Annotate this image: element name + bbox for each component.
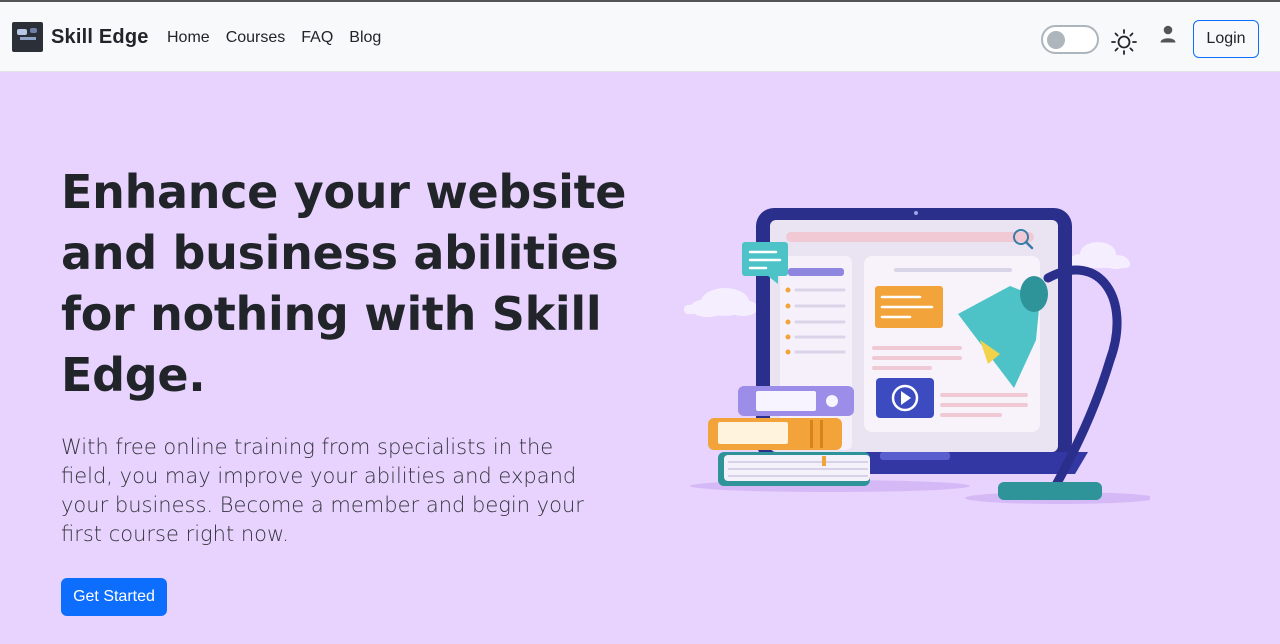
hero-illustration xyxy=(684,208,1150,504)
brand-name: Skill Edge xyxy=(51,25,149,48)
hero-description: With free online training from specialis… xyxy=(61,435,584,546)
hero-title: Enhance your website and business abilit… xyxy=(61,165,627,402)
theme-toggle[interactable] xyxy=(1041,25,1099,54)
navbar: Skill Edge Home Courses FAQ Blog Login xyxy=(0,2,1280,72)
nav-link-faq[interactable]: FAQ xyxy=(301,29,333,47)
nav-link-blog[interactable]: Blog xyxy=(349,29,381,47)
get-started-button[interactable]: Get Started xyxy=(61,578,167,616)
user-icon[interactable] xyxy=(1159,25,1177,45)
brand-logo xyxy=(12,22,43,52)
nav-link-courses[interactable]: Courses xyxy=(226,29,286,47)
nav-link-home[interactable]: Home xyxy=(167,29,210,47)
toggle-knob xyxy=(1047,31,1065,49)
login-button[interactable]: Login xyxy=(1193,20,1259,58)
sun-icon[interactable] xyxy=(1110,28,1138,56)
brand-link[interactable]: Skill Edge xyxy=(12,22,149,52)
nav-links: Home Courses FAQ Blog xyxy=(167,29,397,47)
cloud-left xyxy=(684,288,758,317)
